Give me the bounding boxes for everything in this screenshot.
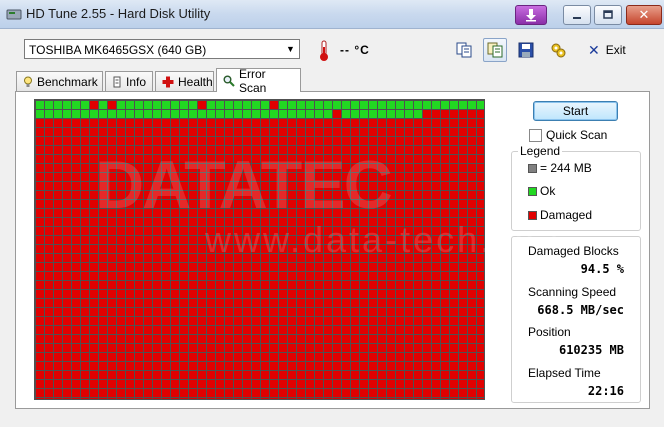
scanning-speed-label: Scanning Speed	[528, 285, 617, 299]
tab-health[interactable]: Health	[155, 71, 214, 91]
exit-button[interactable]: ✕ Exit	[588, 39, 626, 61]
elapsed-time-value: 22:16	[587, 384, 624, 398]
legend-block-size: = 244 MB	[540, 161, 592, 175]
quick-scan-label: Quick Scan	[546, 128, 608, 142]
legend-item-block-size: = 244 MB	[528, 161, 592, 175]
tab-benchmark[interactable]: Benchmark	[16, 71, 103, 91]
save-icon	[518, 42, 534, 58]
minimize-to-tray-button[interactable]	[515, 5, 547, 25]
start-button[interactable]: Start	[533, 101, 618, 121]
copy-all-icon	[487, 42, 503, 58]
app-icon	[6, 9, 22, 20]
tab-error-scan[interactable]: Error Scan	[216, 66, 301, 95]
minimize-icon	[573, 17, 581, 19]
grid-lines	[35, 100, 484, 399]
damaged-block	[89, 100, 98, 109]
scanned-ok-row	[35, 100, 484, 109]
scanned-ok-row	[35, 109, 423, 118]
exit-icon: ✕	[588, 41, 600, 58]
copy-button[interactable]	[452, 38, 476, 62]
quick-scan-checkbox[interactable]	[529, 128, 542, 142]
copy-all-button[interactable]	[483, 38, 507, 62]
damaged-block	[107, 100, 116, 109]
tab-label: Health	[178, 74, 213, 89]
scanning-speed-value: 668.5 MB/sec	[537, 303, 624, 317]
legend-item-ok: Ok	[528, 184, 555, 198]
thermometer-icon	[320, 40, 328, 61]
maximize-icon	[603, 10, 613, 19]
drive-select-value: TOSHIBA MK6465GSX (640 GB)	[29, 43, 207, 57]
damaged-blocks-label: Damaged Blocks	[528, 244, 619, 258]
damaged-block	[269, 100, 278, 109]
title-bar: HD Tune 2.55 - Hard Disk Utility ✕	[0, 0, 664, 29]
damaged-swatch	[528, 210, 537, 220]
position-value: 610235 MB	[558, 343, 624, 357]
drive-select[interactable]: TOSHIBA MK6465GSX (640 GB) ▼	[24, 39, 300, 59]
quick-scan-option[interactable]: Quick Scan	[529, 128, 607, 142]
window-title: HD Tune 2.55 - Hard Disk Utility	[26, 6, 211, 21]
legend-ok: Ok	[540, 184, 556, 198]
damaged-block	[332, 109, 341, 118]
health-cross-icon	[162, 76, 174, 88]
elapsed-time-label: Elapsed Time	[528, 366, 601, 380]
tab-label: Info	[126, 74, 147, 89]
tab-label: Error Scan	[239, 66, 267, 95]
maximize-button[interactable]	[594, 5, 622, 25]
chevron-down-icon[interactable]: ▼	[282, 40, 299, 58]
legend-title: Legend	[518, 144, 563, 158]
legend-item-damaged: Damaged	[528, 208, 592, 222]
tab-label: Benchmark	[37, 74, 98, 89]
options-button[interactable]	[546, 38, 570, 62]
block-swatch	[528, 163, 537, 173]
info-icon	[112, 76, 122, 88]
copy-icon	[456, 42, 472, 58]
damaged-blocks-value: 94.5 %	[580, 262, 624, 276]
download-arrow-icon	[526, 9, 536, 22]
close-button[interactable]: ✕	[626, 5, 662, 25]
options-icon	[551, 43, 566, 58]
close-icon: ✕	[638, 7, 650, 22]
position-label: Position	[528, 325, 571, 339]
lightbulb-icon	[23, 76, 33, 88]
legend-damaged: Damaged	[540, 208, 593, 222]
scan-block-grid	[34, 99, 485, 400]
ok-swatch	[528, 186, 537, 196]
minimize-button[interactable]	[563, 5, 591, 25]
save-button[interactable]	[514, 38, 538, 62]
tab-info[interactable]: Info	[105, 71, 153, 91]
exit-label: Exit	[605, 43, 626, 57]
temperature-readout: -- °C	[340, 43, 370, 57]
damaged-block	[197, 100, 206, 109]
magnifier-icon	[223, 75, 235, 87]
